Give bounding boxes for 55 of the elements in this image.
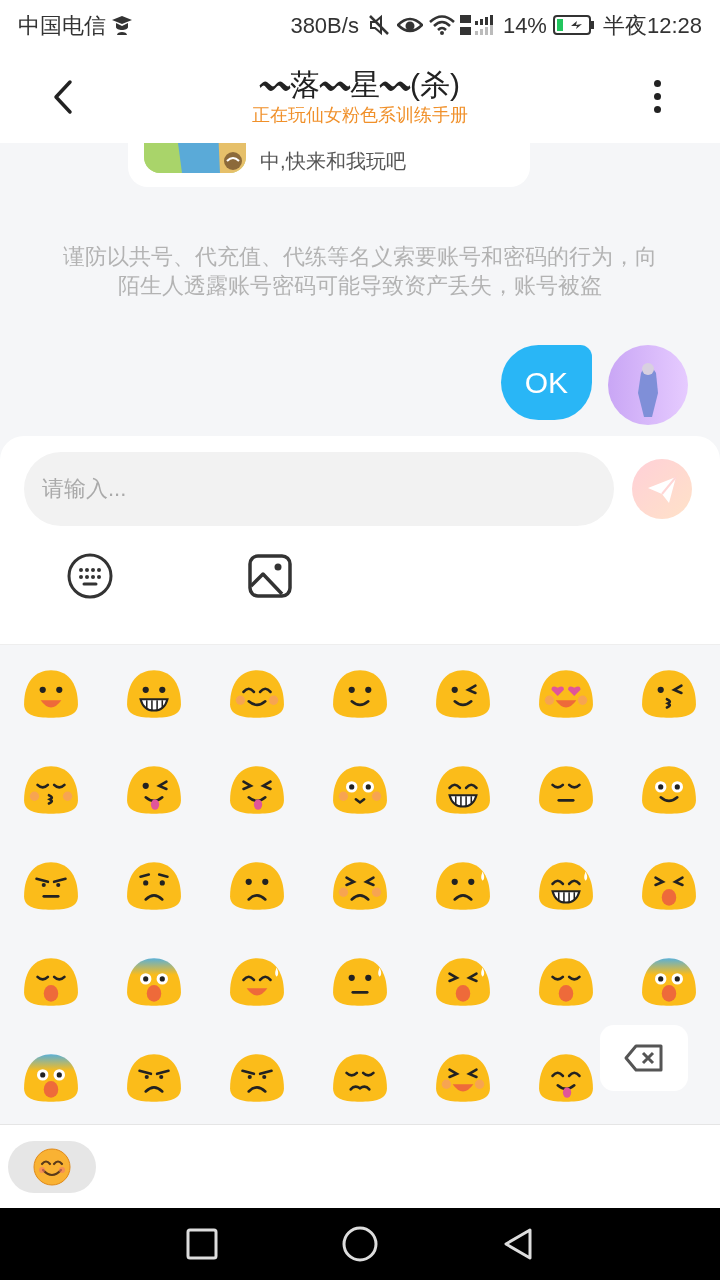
emoji-face-icon[interactable] [331,669,389,719]
battery-percent: 14% [502,11,547,40]
emoji-face-icon[interactable] [331,1053,389,1103]
game-invite-card[interactable]: 中,快来和我玩吧 [128,143,530,187]
emoji-face-icon[interactable] [536,765,595,815]
network-speed: 380B/s [290,11,359,40]
emoji-face-icon[interactable] [228,1053,287,1103]
emoji-face-icon[interactable] [228,669,287,719]
emoji-face-icon[interactable] [22,861,81,911]
mute-icon [366,13,391,37]
clock-time: 半夜12:28 [602,11,702,40]
image-icon[interactable] [248,554,292,598]
emoji-face-icon[interactable] [125,669,184,719]
smiley-icon [32,1146,72,1187]
emoji-face-icon[interactable] [125,765,184,815]
emoji-face-icon[interactable] [22,957,81,1007]
backspace-icon [624,1044,664,1072]
security-notice: 谨防以共号、代充值、代练等名义索要账号和密码的行为，向陌生人透露账号密码可能导致资产丢失，账号被盗 [62,244,658,300]
chat-title: 〰落〰星〰(杀) [260,66,460,103]
card-message: 中,快来和我玩吧 [260,149,406,173]
carrier-name: 中国电信 [18,11,106,40]
home-icon[interactable] [342,1226,378,1262]
emoji-face-icon[interactable] [536,1053,595,1103]
backspace-button[interactable] [600,1025,688,1091]
emoji-face-icon[interactable] [639,765,698,815]
emoji-face-icon[interactable] [433,765,492,815]
wifi-icon [428,14,455,36]
emoji-face-icon[interactable] [433,861,492,911]
emoji-face-icon[interactable] [639,669,698,719]
emoji-face-icon[interactable] [433,957,492,1007]
eye-icon [396,15,423,35]
recent-apps-icon[interactable] [186,1228,218,1260]
battery-charging-icon [552,14,595,36]
emoji-face-icon[interactable] [331,765,389,815]
emoji-face-icon[interactable] [228,957,287,1007]
message-input-field[interactable]: 请输入... [24,452,614,526]
back-icon[interactable] [502,1227,534,1261]
emoji-face-icon[interactable] [536,861,595,911]
emoji-face-icon[interactable] [125,861,184,911]
emoji-face-icon[interactable] [125,1053,184,1103]
emoji-face-icon[interactable] [536,957,595,1007]
emoji-tab-button[interactable] [8,1140,96,1193]
emoji-face-icon[interactable] [22,765,81,815]
keyboard-icon[interactable] [66,552,114,600]
message-bubble: OK [500,345,592,420]
emoji-face-icon[interactable] [433,669,492,719]
emoji-face-icon[interactable] [433,1053,492,1103]
emoji-face-icon[interactable] [228,861,287,911]
emoji-face-icon[interactable] [331,957,389,1007]
emoji-face-icon[interactable] [331,861,389,911]
emoji-face-icon[interactable] [639,861,698,911]
avatar[interactable] [608,345,688,425]
emoji-face-icon[interactable] [228,765,287,815]
chat-status-subtitle: 正在玩仙女粉色系训练手册 [252,103,468,127]
graduate-icon [110,13,134,37]
